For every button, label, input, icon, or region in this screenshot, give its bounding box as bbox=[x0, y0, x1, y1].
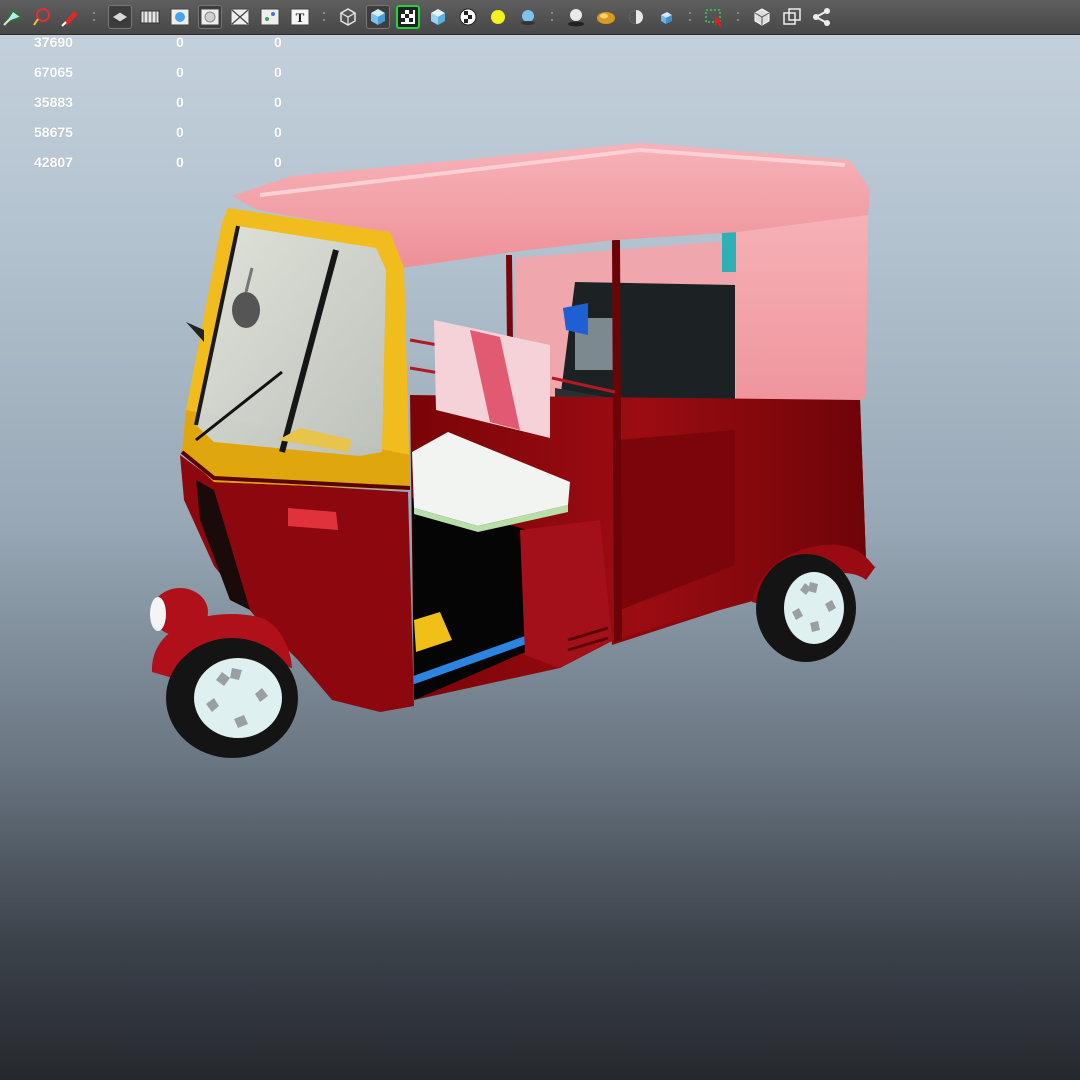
uv-layout-icon[interactable] bbox=[258, 5, 282, 29]
shaded-cube-icon[interactable] bbox=[366, 5, 390, 29]
roof-side-panel bbox=[736, 205, 868, 432]
region-select-icon[interactable] bbox=[702, 5, 726, 29]
headlight-lens bbox=[150, 597, 166, 631]
toolbar-separator bbox=[550, 7, 554, 27]
side-mirror bbox=[186, 322, 204, 342]
toolbar-separator bbox=[688, 7, 692, 27]
toolbar-separator bbox=[92, 7, 96, 27]
toolbar-separator bbox=[322, 7, 326, 27]
flat-shade-icon[interactable] bbox=[198, 5, 222, 29]
motion-blur-icon[interactable] bbox=[624, 5, 648, 29]
smooth-shade-icon[interactable] bbox=[168, 5, 192, 29]
auto-rickshaw-model[interactable] bbox=[0, 34, 1080, 1080]
share-icon[interactable] bbox=[810, 5, 834, 29]
lasso-select-icon[interactable] bbox=[30, 5, 54, 29]
paint-select-icon[interactable] bbox=[58, 5, 82, 29]
anti-alias-icon[interactable] bbox=[654, 5, 678, 29]
use-all-lights-icon[interactable] bbox=[516, 5, 540, 29]
tail-light bbox=[722, 232, 738, 272]
svg-text:T: T bbox=[296, 10, 305, 25]
bounding-box-icon[interactable] bbox=[780, 5, 804, 29]
wireframe-cube-icon[interactable] bbox=[336, 5, 360, 29]
shadows-icon[interactable] bbox=[564, 5, 588, 29]
default-light-icon[interactable] bbox=[486, 5, 510, 29]
engine-cover bbox=[520, 520, 612, 668]
xray-icon[interactable] bbox=[228, 5, 252, 29]
wireframe-mode-icon[interactable] bbox=[108, 5, 132, 29]
isolate-select-icon[interactable] bbox=[750, 5, 774, 29]
text-icon[interactable]: T bbox=[288, 5, 312, 29]
ambient-occlusion-icon[interactable] bbox=[594, 5, 618, 29]
default-material-cube-icon[interactable] bbox=[426, 5, 450, 29]
select-icon[interactable] bbox=[1, 5, 25, 29]
rear-view-mirror bbox=[232, 292, 260, 328]
viewport-toolbar: T bbox=[0, 0, 1080, 35]
toolbar-separator bbox=[736, 7, 740, 27]
checker-texture-icon[interactable] bbox=[456, 5, 480, 29]
textured-checker-icon[interactable] bbox=[396, 5, 420, 29]
film-gate-icon[interactable] bbox=[138, 5, 162, 29]
